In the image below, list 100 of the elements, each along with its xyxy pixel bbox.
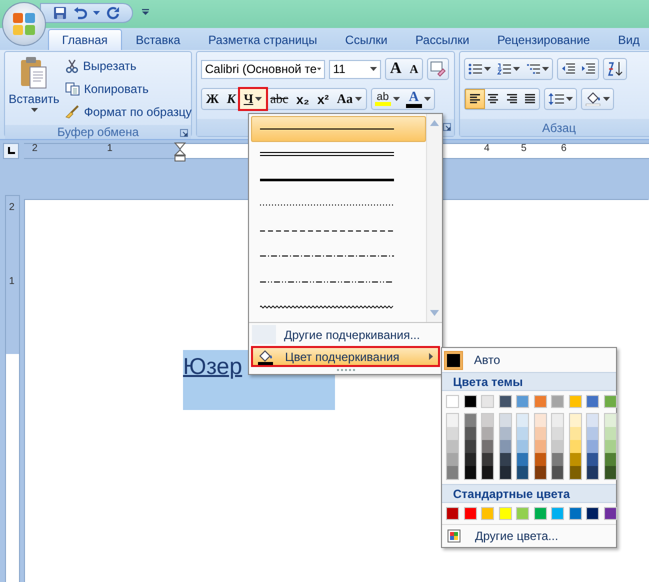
color-swatch[interactable] <box>482 427 493 440</box>
format-painter-button[interactable]: Формат по образцу <box>63 102 194 121</box>
color-swatch[interactable] <box>552 466 563 479</box>
menu-item[interactable]: Другие подчеркивания... <box>251 324 440 345</box>
color-swatch[interactable] <box>464 427 476 440</box>
color-swatch[interactable] <box>604 466 616 479</box>
ribbon-tab[interactable]: Рецензирование <box>483 29 604 50</box>
align-left-button[interactable] <box>465 89 485 109</box>
color-swatch[interactable] <box>587 414 598 427</box>
ribbon-tab[interactable]: Вставка <box>122 29 194 50</box>
color-swatch[interactable] <box>464 466 476 479</box>
color-swatch[interactable] <box>516 507 529 520</box>
font-size-field[interactable]: 11 <box>329 60 381 78</box>
color-swatch[interactable] <box>516 395 529 408</box>
color-swatch[interactable] <box>586 507 599 520</box>
color-swatch[interactable] <box>517 453 528 466</box>
color-swatch[interactable] <box>551 395 564 408</box>
color-swatch[interactable] <box>447 453 458 466</box>
resize-grip-icon[interactable] <box>336 369 354 372</box>
office-button[interactable] <box>3 3 45 45</box>
color-swatch[interactable] <box>552 427 563 440</box>
color-swatch[interactable] <box>482 453 493 466</box>
color-swatch[interactable] <box>534 414 546 427</box>
superscript-button[interactable]: x² <box>313 89 333 109</box>
change-case-button[interactable]: Aa <box>332 89 366 109</box>
color-swatch[interactable] <box>464 414 476 427</box>
scroll-up-icon[interactable] <box>430 120 439 126</box>
redo-icon[interactable] <box>106 6 120 20</box>
color-swatch[interactable] <box>482 466 493 479</box>
color-swatch[interactable] <box>552 440 563 453</box>
color-swatch[interactable] <box>570 453 580 466</box>
color-swatch[interactable] <box>534 395 546 408</box>
bold-button[interactable]: Ж <box>202 89 223 109</box>
color-swatch[interactable] <box>517 466 528 479</box>
color-swatch[interactable] <box>498 395 512 408</box>
underline-style-option[interactable] <box>251 116 426 142</box>
color-swatch[interactable] <box>534 507 546 520</box>
color-swatch[interactable] <box>534 427 546 440</box>
color-swatch[interactable] <box>500 427 510 440</box>
font-color-button[interactable]: A <box>402 89 434 109</box>
color-swatch[interactable] <box>534 453 546 466</box>
ribbon-tab[interactable]: Вид <box>604 29 649 50</box>
tab-selector-icon[interactable] <box>3 143 19 159</box>
menu-item[interactable]: Цвет подчеркивания <box>251 346 440 367</box>
ribbon-tab[interactable]: Ссылки <box>331 29 402 50</box>
color-swatch[interactable] <box>587 453 598 466</box>
color-swatch[interactable] <box>604 507 616 520</box>
color-swatch[interactable] <box>552 453 563 466</box>
color-swatch[interactable] <box>604 440 616 453</box>
color-swatch[interactable] <box>500 466 510 479</box>
copy-button[interactable]: Копировать <box>63 79 194 98</box>
scrollbar[interactable] <box>426 114 442 322</box>
color-swatch[interactable] <box>551 507 564 520</box>
scroll-down-icon[interactable] <box>430 310 439 316</box>
indent-marker-icon[interactable] <box>174 142 186 162</box>
color-swatch[interactable] <box>534 440 546 453</box>
color-swatch[interactable] <box>586 395 599 408</box>
color-swatch[interactable] <box>464 453 476 466</box>
color-swatch[interactable] <box>500 453 510 466</box>
italic-button[interactable]: К <box>222 89 240 109</box>
color-swatch[interactable] <box>568 395 582 408</box>
ribbon-tab[interactable]: Рассылки <box>401 29 484 50</box>
color-swatch[interactable] <box>447 466 458 479</box>
color-swatch[interactable] <box>446 395 459 408</box>
color-swatch[interactable] <box>534 466 546 479</box>
color-swatch[interactable] <box>500 414 510 427</box>
color-swatch[interactable] <box>604 427 616 440</box>
color-swatch[interactable] <box>498 507 512 520</box>
color-swatch[interactable] <box>570 440 580 453</box>
color-swatch[interactable] <box>604 414 616 427</box>
color-swatch[interactable] <box>587 427 598 440</box>
underline-button[interactable]: Ч <box>240 89 266 109</box>
color-swatch[interactable] <box>570 414 580 427</box>
dialog-launcher-icon[interactable] <box>443 123 451 131</box>
dialog-launcher-icon[interactable] <box>180 129 188 137</box>
color-swatch[interactable] <box>481 395 494 408</box>
color-swatch[interactable] <box>517 427 528 440</box>
color-swatch[interactable] <box>517 440 528 453</box>
color-swatch[interactable] <box>447 440 458 453</box>
color-swatch[interactable] <box>570 466 580 479</box>
color-swatch[interactable] <box>604 453 616 466</box>
subscript-button[interactable]: x₂ <box>292 89 314 109</box>
color-swatch[interactable] <box>482 440 493 453</box>
undo-icon[interactable] <box>73 6 87 20</box>
color-swatch[interactable] <box>464 395 476 408</box>
paste-button[interactable]: Вставить <box>9 56 59 121</box>
color-swatch[interactable] <box>447 414 458 427</box>
ribbon-tab[interactable]: Разметка страницы <box>194 29 332 50</box>
color-swatch[interactable] <box>517 414 528 427</box>
customize-toolbar-icon[interactable] <box>142 9 149 15</box>
color-swatch[interactable] <box>587 440 598 453</box>
color-swatch[interactable] <box>587 466 598 479</box>
color-swatch[interactable] <box>464 507 476 520</box>
color-swatch[interactable] <box>464 440 476 453</box>
color-swatch[interactable] <box>568 507 582 520</box>
font-name-field[interactable]: Calibri (Основной те <box>201 60 325 78</box>
color-swatch[interactable] <box>482 414 493 427</box>
menu-item[interactable]: Авто <box>442 348 616 372</box>
menu-item[interactable]: Другие цвета... <box>442 524 616 547</box>
shrink-font-button[interactable]: A <box>406 59 422 79</box>
